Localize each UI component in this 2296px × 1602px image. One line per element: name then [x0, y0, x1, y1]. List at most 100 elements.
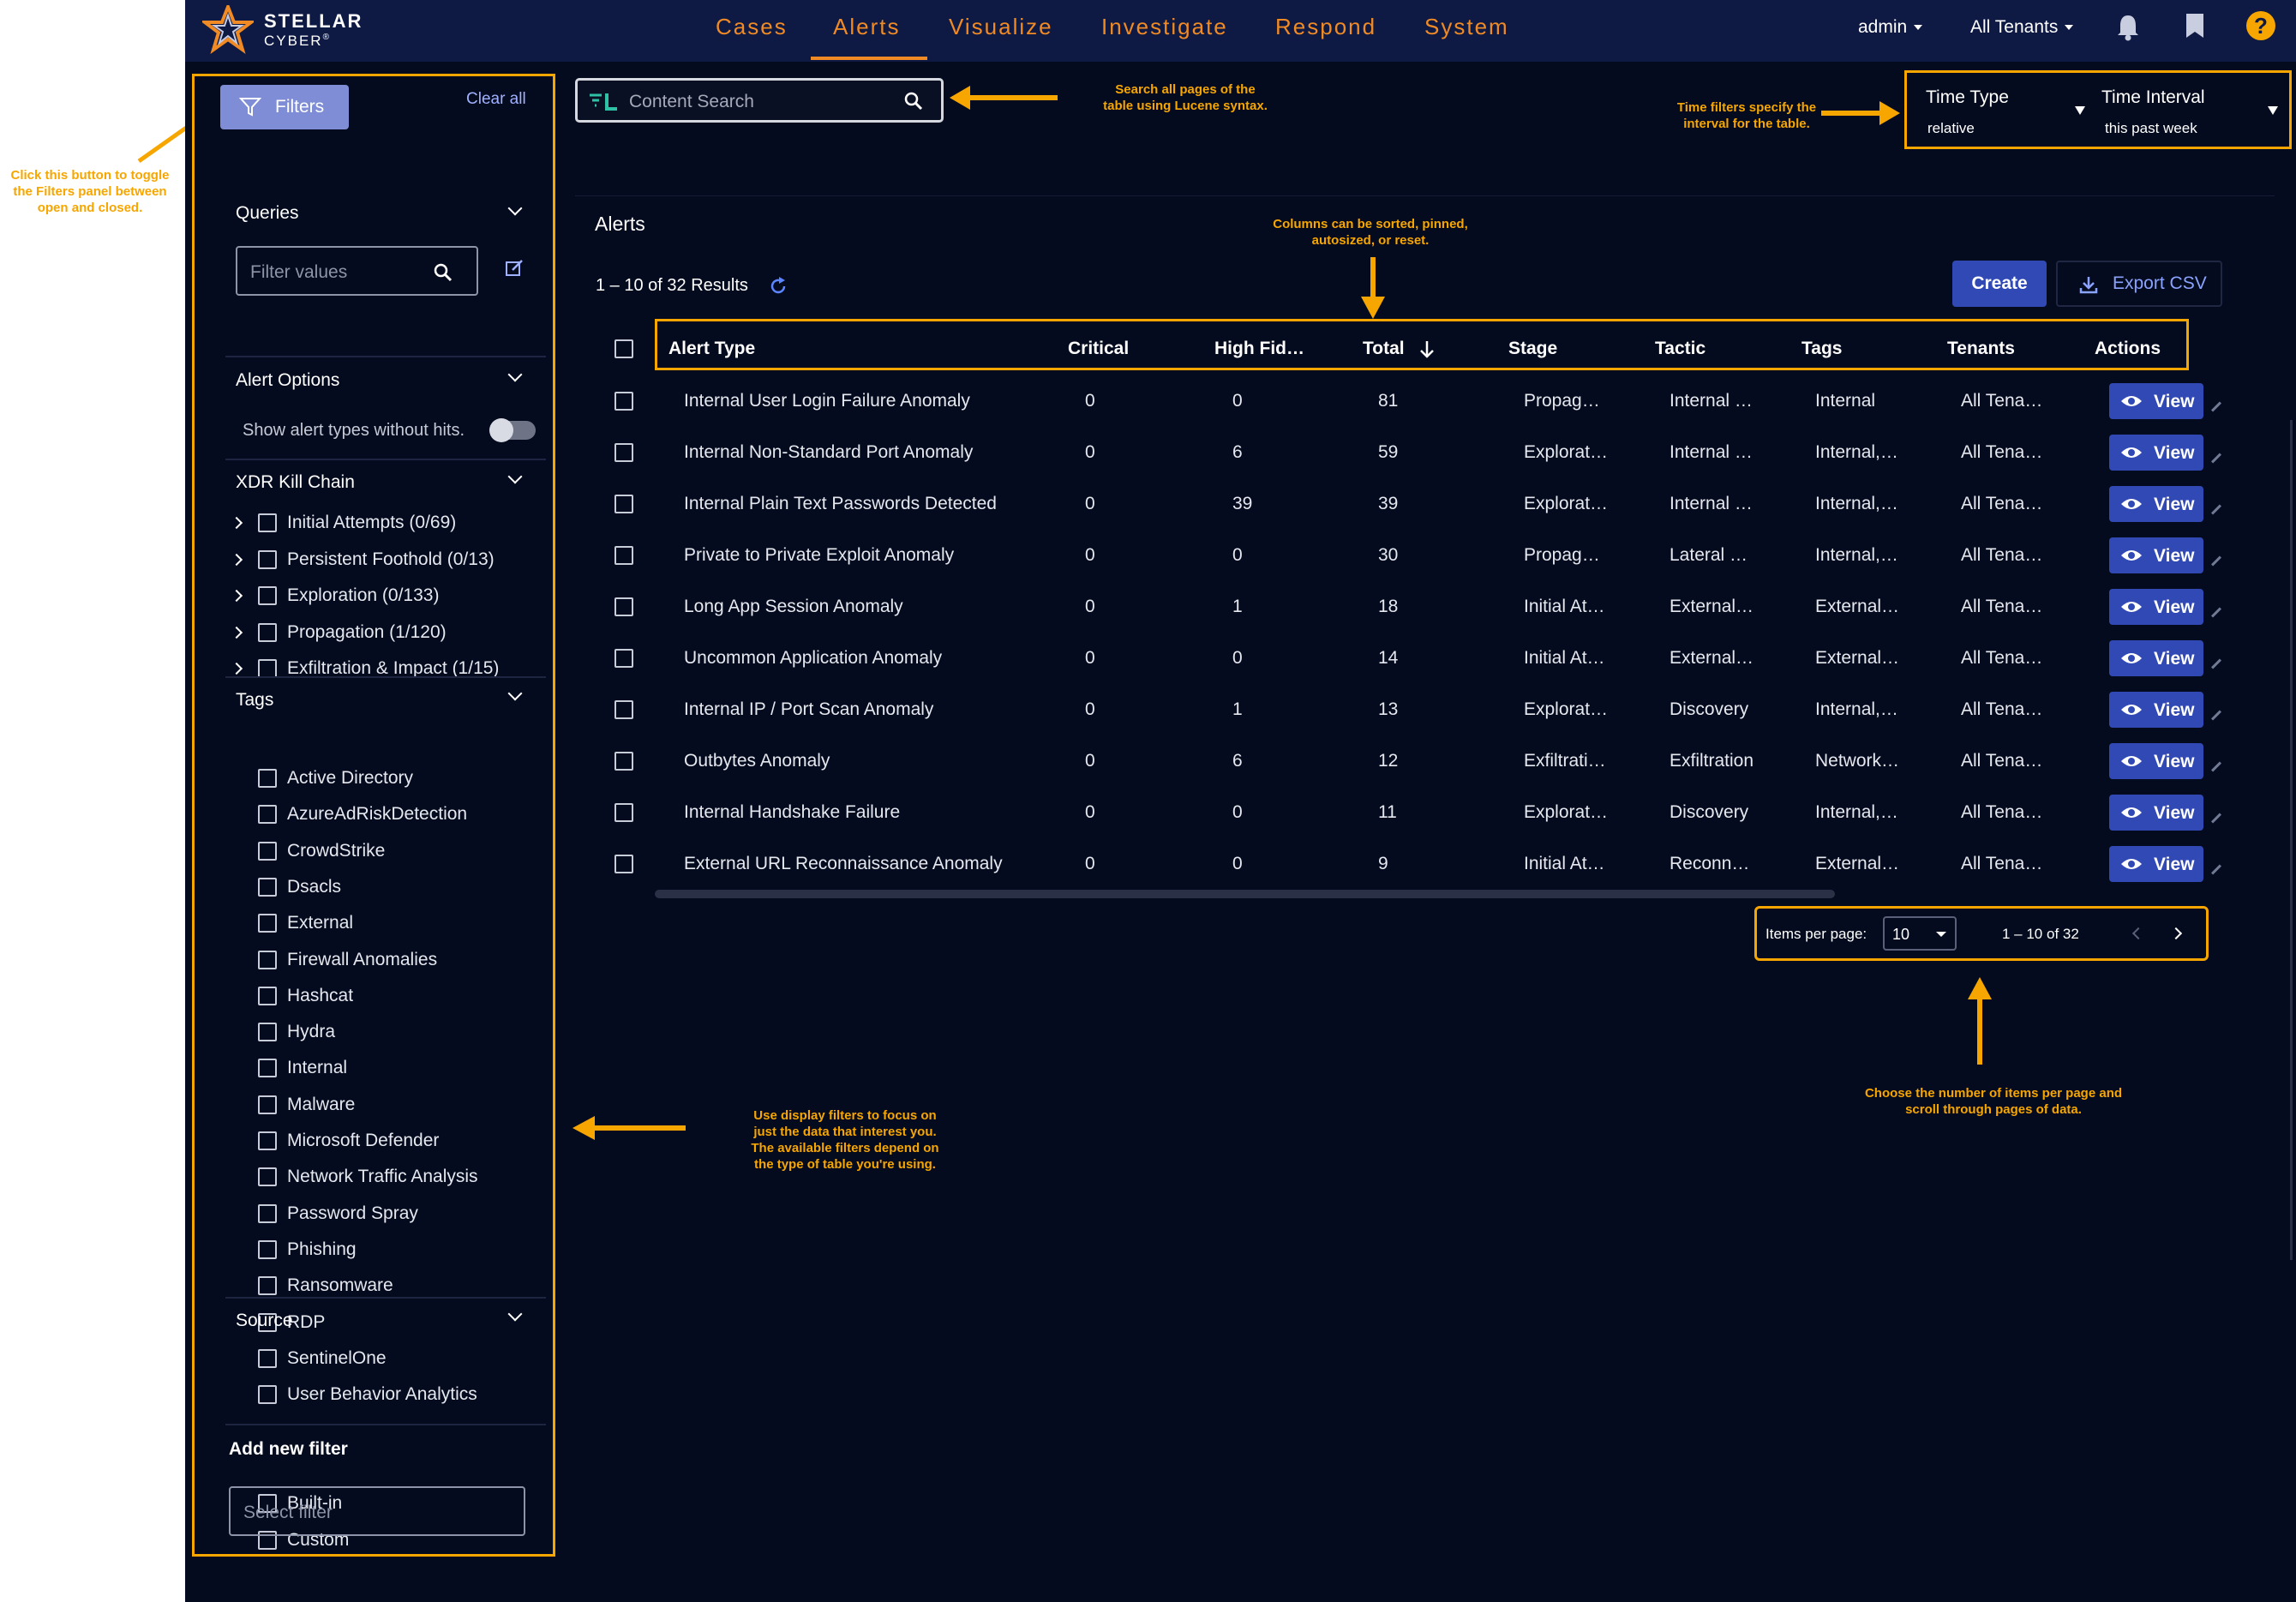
- nav-respond[interactable]: Respond: [1275, 14, 1376, 40]
- column-tags[interactable]: Tags: [1801, 339, 1842, 359]
- previous-page-icon[interactable]: [2131, 927, 2145, 940]
- row-checkbox[interactable]: [614, 597, 633, 616]
- view-button[interactable]: View: [2109, 743, 2203, 779]
- annotation-filters-toggle: Click this button to toggle the Filters …: [10, 168, 170, 215]
- row-checkbox[interactable]: [614, 649, 633, 668]
- nav-visualize[interactable]: Visualize: [949, 14, 1053, 40]
- kill-chain-chevron-icon[interactable]: [507, 469, 523, 484]
- expand-chevron-icon[interactable]: [230, 662, 243, 675]
- view-button[interactable]: View: [2109, 537, 2203, 573]
- kill-chain-checkbox[interactable]: [258, 622, 277, 642]
- column-tactic[interactable]: Tactic: [1655, 339, 1706, 359]
- tenant-selector[interactable]: All Tenants: [1970, 17, 2074, 38]
- kill-chain-checkbox[interactable]: [258, 513, 277, 532]
- view-button[interactable]: View: [2109, 640, 2203, 676]
- pagination-bar: Items per page: 10 1 – 10 of 32: [1754, 906, 2209, 961]
- clear-all-link[interactable]: Clear all: [466, 90, 526, 109]
- column-stage[interactable]: Stage: [1508, 339, 1557, 359]
- tag-checkbox[interactable]: [258, 841, 277, 861]
- tag-checkbox[interactable]: [258, 1023, 277, 1042]
- vertical-scrollbar[interactable]: [2290, 420, 2293, 1260]
- tag-checkbox[interactable]: [258, 1203, 277, 1223]
- page-range: 1 – 10 of 32: [2002, 926, 2079, 942]
- view-button[interactable]: View: [2109, 383, 2203, 419]
- view-button[interactable]: View: [2109, 486, 2203, 522]
- view-button[interactable]: View: [2109, 795, 2203, 831]
- column-critical[interactable]: Critical: [1068, 339, 1129, 359]
- bell-icon[interactable]: [2115, 12, 2141, 41]
- view-button[interactable]: View: [2109, 589, 2203, 625]
- nav-system[interactable]: System: [1424, 14, 1509, 40]
- select-all-checkbox[interactable]: [614, 339, 633, 358]
- column-alert-type[interactable]: Alert Type: [668, 339, 755, 359]
- add-filter-heading: Add new filter: [229, 1439, 348, 1459]
- row-checkbox[interactable]: [614, 392, 633, 411]
- tag-checkbox[interactable]: [258, 950, 277, 969]
- tag-checkbox[interactable]: [258, 1059, 277, 1078]
- tag-checkbox[interactable]: [258, 1239, 277, 1259]
- help-icon[interactable]: ?: [2246, 11, 2275, 40]
- bookmark-icon[interactable]: [2184, 12, 2206, 39]
- time-interval-select[interactable]: Time Interval this past week: [2098, 79, 2281, 142]
- horizontal-scrollbar[interactable]: [655, 890, 1835, 898]
- view-button[interactable]: View: [2109, 435, 2203, 471]
- expand-chevron-icon[interactable]: [230, 589, 243, 603]
- filters-toggle-button[interactable]: Filters: [220, 85, 349, 129]
- edit-query-icon[interactable]: [505, 258, 525, 279]
- expand-chevron-icon[interactable]: [230, 626, 243, 639]
- annotation-arrow-search: [950, 86, 1058, 110]
- user-menu[interactable]: admin: [1858, 17, 1923, 38]
- tag-checkbox[interactable]: [258, 877, 277, 897]
- export-csv-button[interactable]: Export CSV: [2056, 261, 2222, 307]
- alert-options-chevron-icon[interactable]: [507, 367, 523, 382]
- row-checkbox[interactable]: [614, 443, 633, 462]
- items-per-page-select[interactable]: 10: [1883, 916, 1957, 951]
- table-cell: External…: [1815, 597, 1900, 616]
- tags-chevron-icon[interactable]: [507, 686, 523, 701]
- kill-chain-checkbox[interactable]: [258, 659, 277, 678]
- view-button[interactable]: View: [2109, 846, 2203, 882]
- row-checkbox[interactable]: [614, 752, 633, 771]
- time-type-select[interactable]: Time Type relative: [1912, 79, 2090, 142]
- tag-checkbox[interactable]: [258, 1348, 277, 1368]
- queries-filter-input[interactable]: Filter values: [236, 246, 478, 296]
- annotation-arrow-time: [1821, 101, 1900, 125]
- row-checkbox[interactable]: [614, 546, 633, 565]
- tag-checkbox[interactable]: [258, 1276, 277, 1296]
- column-tenants[interactable]: Tenants: [1947, 339, 2015, 359]
- next-page-icon[interactable]: [2169, 927, 2183, 940]
- row-checkbox[interactable]: [614, 855, 633, 873]
- tag-checkbox[interactable]: [258, 805, 277, 825]
- queries-chevron-icon[interactable]: [507, 201, 523, 216]
- source-chevron-icon[interactable]: [507, 1306, 523, 1322]
- tag-checkbox[interactable]: [258, 1131, 277, 1150]
- show-alert-types-toggle[interactable]: [489, 418, 536, 442]
- kill-chain-checkbox[interactable]: [258, 586, 277, 605]
- search-icon[interactable]: [903, 91, 924, 111]
- nav-investigate[interactable]: Investigate: [1101, 14, 1228, 40]
- refresh-icon[interactable]: [768, 276, 788, 297]
- tag-checkbox[interactable]: [258, 1095, 277, 1114]
- row-checkbox[interactable]: [614, 700, 633, 719]
- annotation-arrow-filters-panel: [573, 1116, 686, 1140]
- nav-alerts[interactable]: Alerts: [833, 14, 900, 40]
- expand-chevron-icon[interactable]: [230, 553, 243, 566]
- tag-checkbox[interactable]: [258, 769, 277, 788]
- tag-checkbox[interactable]: [258, 1385, 277, 1405]
- select-filter-input[interactable]: Select filter: [229, 1486, 525, 1536]
- tag-label: User Behavior Analytics: [287, 1384, 477, 1405]
- expand-chevron-icon[interactable]: [230, 516, 243, 530]
- column-total[interactable]: Total: [1363, 339, 1434, 359]
- column-high-fidelity[interactable]: High Fid…: [1214, 339, 1304, 359]
- kill-chain-checkbox[interactable]: [258, 549, 277, 569]
- view-button[interactable]: View: [2109, 692, 2203, 728]
- nav-cases[interactable]: Cases: [716, 14, 788, 40]
- tag-checkbox[interactable]: [258, 986, 277, 1005]
- content-search-input[interactable]: Content Search: [575, 78, 944, 123]
- eye-icon: [2121, 756, 2142, 766]
- tag-checkbox[interactable]: [258, 914, 277, 933]
- row-checkbox[interactable]: [614, 803, 633, 822]
- create-button[interactable]: Create: [1952, 261, 2047, 307]
- row-checkbox[interactable]: [614, 495, 633, 513]
- tag-checkbox[interactable]: [258, 1167, 277, 1187]
